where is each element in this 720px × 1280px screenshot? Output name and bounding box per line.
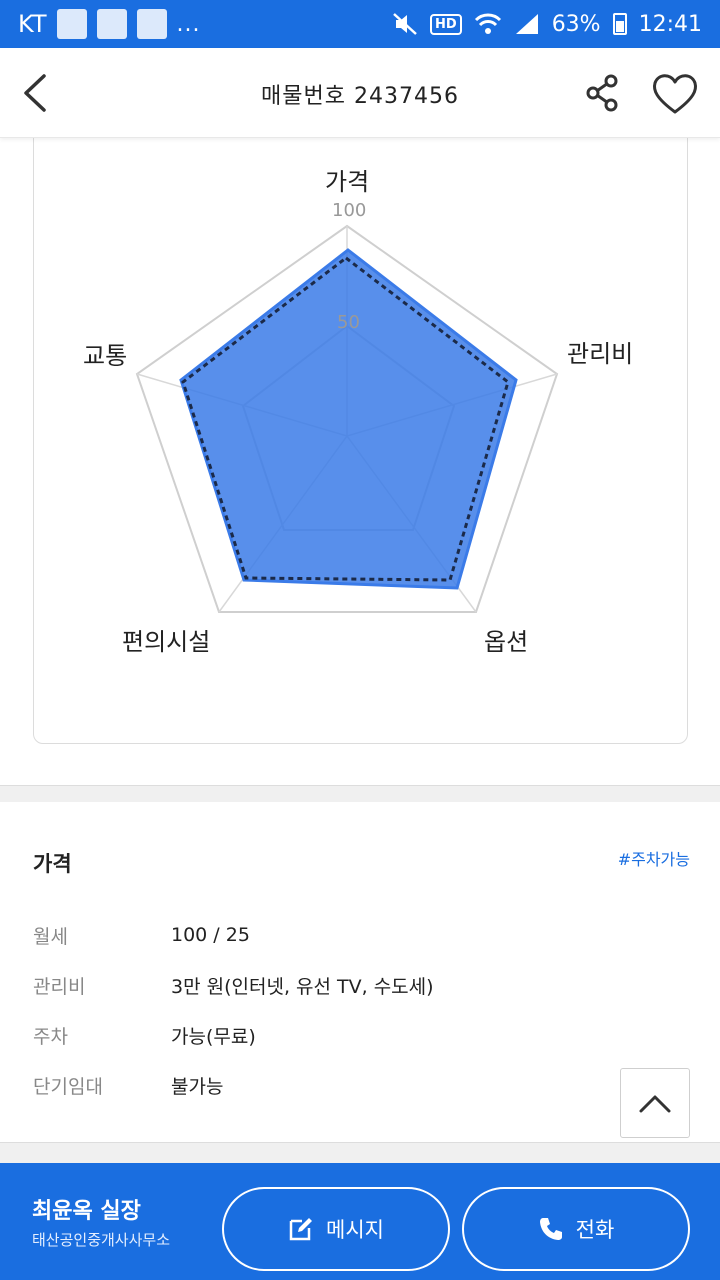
info-value: 가능(무료)	[171, 1025, 256, 1048]
mute-icon	[393, 13, 417, 35]
battery-icon	[612, 13, 627, 35]
price-section-title: 가격	[33, 852, 72, 876]
share-button[interactable]	[582, 72, 624, 114]
axis-label-maintenance: 관리비	[567, 340, 634, 368]
info-row-rent: 월세 100 / 25	[33, 920, 633, 950]
info-value: 불가능	[171, 1075, 224, 1098]
phone-icon	[539, 1218, 562, 1240]
axis-label-price: 가격	[325, 168, 370, 196]
call-button[interactable]: 전화	[462, 1187, 690, 1271]
info-row-maintenance: 관리비 3만 원(인터넷, 유선 TV, 수도세)	[33, 970, 633, 1000]
info-label: 주차	[33, 1025, 68, 1048]
signal-icon	[515, 14, 538, 34]
tick-100-label: 100	[332, 200, 367, 221]
call-button-label: 전화	[575, 1218, 615, 1242]
more-notifications: ...	[176, 11, 201, 37]
axis-label-amenities: 편의시설	[122, 628, 211, 656]
bottom-action-bar: 최윤옥 실장 태산공인중개사사무소 메시지 전화	[0, 1163, 720, 1280]
tick-50-label: 50	[337, 312, 360, 333]
message-button-label: 메시지	[326, 1218, 384, 1242]
status-right: HD 63% 12:41	[392, 11, 702, 37]
info-value: 100 / 25	[171, 924, 250, 946]
section-divider	[0, 785, 720, 802]
axis-label-transport: 교통	[83, 342, 128, 370]
heart-icon	[653, 74, 697, 114]
info-label: 관리비	[33, 975, 86, 998]
share-icon	[586, 74, 618, 112]
clock: 12:41	[638, 11, 702, 37]
parking-tag[interactable]: #주차가능	[618, 846, 690, 870]
home-notification-icon	[96, 9, 127, 39]
status-bar: KT ... HD 63% 12:41	[0, 0, 720, 48]
axis-label-options: 옵션	[484, 628, 529, 656]
info-label: 단기임대	[33, 1075, 103, 1098]
info-label: 월세	[33, 925, 68, 948]
battery-percent: 63%	[551, 11, 601, 37]
hd-voice-badge: HD	[430, 13, 462, 35]
info-row-parking: 주차 가능(무료)	[33, 1020, 633, 1050]
app-header: 매물번호 2437456	[0, 48, 720, 138]
chevron-up-icon	[639, 1095, 671, 1113]
agent-office: 태산공인중개사사무소	[32, 1231, 171, 1249]
radar-chart	[135, 224, 559, 613]
radar-data-area	[179, 248, 518, 590]
edit-icon	[289, 1218, 313, 1241]
favorite-button[interactable]	[650, 72, 700, 116]
status-left: KT ...	[18, 9, 201, 39]
notification-app-icon	[56, 9, 87, 39]
tv-notification-icon	[136, 9, 167, 39]
agent-name: 최윤옥 실장	[32, 1199, 141, 1224]
section-divider-bottom	[0, 1142, 720, 1163]
info-row-short-term: 단기임대 불가능	[33, 1070, 633, 1100]
wifi-icon	[474, 13, 501, 34]
carrier-label: KT	[18, 10, 47, 38]
message-button[interactable]: 메시지	[222, 1187, 450, 1271]
scroll-to-top-button[interactable]	[620, 1068, 690, 1138]
info-value: 3만 원(인터넷, 유선 TV, 수도세)	[171, 975, 434, 998]
